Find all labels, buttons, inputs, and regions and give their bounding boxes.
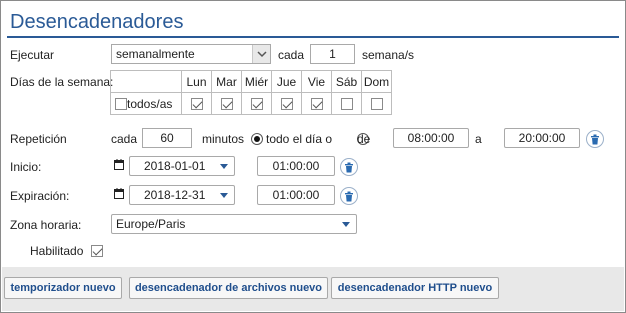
- expiration-date-value: 2018-12-31: [144, 188, 206, 202]
- start-time-input[interactable]: 01:00:00: [257, 156, 335, 176]
- day-cell: [331, 92, 362, 115]
- calendar-icon: [114, 188, 124, 202]
- all-days-label: todos/as: [127, 96, 173, 111]
- every-label: cada: [278, 48, 305, 62]
- page-title: Desencadenadores: [10, 11, 184, 33]
- day-checkbox-dom[interactable]: [370, 98, 383, 111]
- timezone-value: Europe/Paris: [116, 217, 186, 231]
- timezone-select[interactable]: Europe/Paris: [111, 214, 357, 234]
- expiration-label: Expiración:: [10, 189, 70, 203]
- day-name: Vie: [301, 70, 332, 93]
- day-name: Dom: [361, 70, 392, 93]
- new-http-trigger-button[interactable]: desencadenador HTTP nuevo: [331, 277, 499, 299]
- chevron-down-icon[interactable]: [252, 45, 270, 63]
- day-name: Mar: [211, 70, 242, 93]
- day-checkbox-jue[interactable]: [280, 98, 293, 111]
- from-label: de: [357, 132, 371, 146]
- frequency-value: semanalmente: [116, 47, 195, 61]
- weeks-count-input[interactable]: 1: [310, 44, 355, 64]
- timezone-label: Zona horaria:: [10, 218, 82, 232]
- day-cell: [271, 92, 302, 115]
- caret-down-icon[interactable]: [342, 222, 350, 227]
- range-start-input[interactable]: 08:00:00: [393, 128, 469, 148]
- delete-expiration-button[interactable]: [340, 187, 358, 205]
- weekdays-table: Lun Mar Miér Jue Vie Sáb Dom todos/as: [110, 70, 392, 115]
- caret-down-icon[interactable]: [220, 193, 228, 198]
- day-cell: [241, 92, 272, 115]
- repeat-minutes-input[interactable]: 60: [142, 128, 192, 148]
- to-label: a: [475, 132, 482, 146]
- repeat-label: Repetición: [10, 132, 67, 146]
- expiration-date-select[interactable]: 2018-12-31: [129, 185, 235, 205]
- day-cell: [301, 92, 332, 115]
- triggers-panel: Desencadenadores Ejecutar semanalmente c…: [0, 0, 626, 313]
- enabled-checkbox[interactable]: [91, 244, 104, 257]
- enabled-label: Habilitado: [30, 244, 84, 258]
- delete-repeat-button[interactable]: [586, 130, 604, 148]
- day-cell: [211, 92, 242, 115]
- day-name: Miér: [241, 70, 272, 93]
- trash-icon: [345, 191, 353, 201]
- delete-start-button[interactable]: [340, 158, 358, 176]
- all-days-cell: todos/as: [110, 92, 182, 115]
- minutes-label: minutos: [202, 132, 245, 146]
- day-checkbox-vie[interactable]: [310, 98, 323, 111]
- range-end-input[interactable]: 20:00:00: [504, 128, 580, 148]
- new-timer-button[interactable]: temporizador nuevo: [4, 277, 122, 299]
- new-file-trigger-button[interactable]: desencadenador de archivos nuevo: [129, 277, 328, 299]
- day-checkbox-lun[interactable]: [190, 98, 203, 111]
- repeat-every-label: cada: [111, 132, 138, 146]
- start-date-select[interactable]: 2018-01-01: [129, 156, 235, 176]
- title-divider: [7, 36, 619, 38]
- all-day-label: todo el día o: [266, 132, 333, 146]
- day-name: Lun: [181, 70, 212, 93]
- trash-icon: [591, 134, 599, 144]
- calendar-icon: [114, 159, 124, 173]
- day-checkbox-mar[interactable]: [220, 98, 233, 111]
- day-cell: [181, 92, 212, 115]
- day-name: Jue: [271, 70, 302, 93]
- day-name: Sáb: [331, 70, 362, 93]
- weekdays-corner: [110, 70, 182, 93]
- start-label: Inicio:: [10, 160, 42, 174]
- caret-down-icon[interactable]: [220, 164, 228, 169]
- weekdays-label: Días de la semana:: [10, 75, 114, 89]
- expiration-time-input[interactable]: 01:00:00: [257, 185, 335, 205]
- weeks-unit-label: semana/s: [362, 48, 415, 62]
- day-checkbox-mier[interactable]: [250, 98, 263, 111]
- all-days-checkbox[interactable]: [115, 98, 127, 111]
- trash-icon: [345, 162, 353, 172]
- frequency-select[interactable]: semanalmente: [111, 44, 271, 64]
- start-date-value: 2018-01-01: [144, 159, 206, 173]
- day-cell: [361, 92, 392, 115]
- all-day-radio[interactable]: [251, 132, 263, 145]
- run-label: Ejecutar: [10, 48, 55, 62]
- day-checkbox-sab[interactable]: [340, 98, 353, 111]
